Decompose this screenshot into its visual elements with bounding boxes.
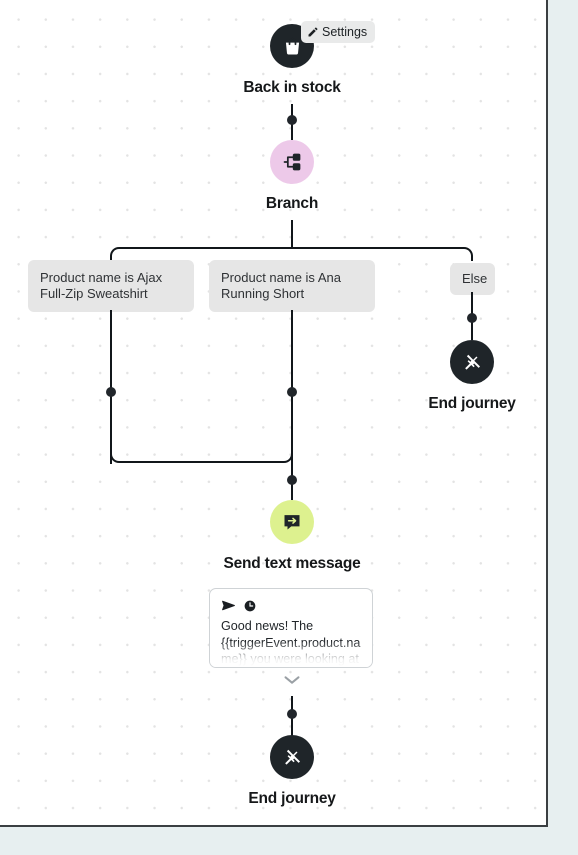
node-label-branch: Branch — [265, 195, 319, 212]
shopping-bag-icon — [282, 36, 303, 57]
connector-dot-branch-1[interactable] — [106, 387, 116, 397]
message-preview-card[interactable]: Good news! The {{triggerEvent.product.na… — [209, 588, 373, 668]
branch-sitemap-icon — [282, 152, 302, 172]
node-end-journey-else[interactable] — [450, 340, 494, 384]
connector-branch-stem — [291, 220, 293, 248]
node-label-end-journey-main: End journey — [248, 790, 336, 807]
message-arrow-icon — [282, 512, 302, 532]
connector-dot[interactable] — [287, 115, 297, 125]
connector-dot-merge[interactable] — [287, 475, 297, 485]
branch-condition-2[interactable]: Product name is Ana Running Short — [209, 260, 375, 312]
connector-dot-branch-2[interactable] — [287, 387, 297, 397]
connector-dot-else[interactable] — [467, 313, 477, 323]
clock-icon — [243, 599, 257, 613]
node-label-send-text-message: Send text message — [223, 555, 361, 572]
connector-dot-final[interactable] — [287, 709, 297, 719]
node-branch[interactable] — [270, 140, 314, 184]
crossed-flags-icon — [282, 747, 303, 768]
pencil-icon — [307, 26, 319, 38]
message-preview-text: Good news! The {{triggerEvent.product.na… — [221, 619, 361, 666]
send-paper-plane-icon — [221, 598, 236, 613]
settings-label: Settings — [322, 25, 368, 39]
connector-merge-bar — [110, 452, 293, 463]
chevron-down-icon[interactable] — [284, 675, 300, 685]
branch-condition-1[interactable]: Product name is Ajax Full-Zip Sweatshirt — [28, 260, 194, 312]
journey-canvas[interactable]: Settings Back in stock Branch Product na… — [0, 0, 548, 827]
message-card-icons — [221, 598, 361, 613]
branch-condition-else[interactable]: Else — [450, 263, 495, 295]
node-label-back-in-stock: Back in stock — [243, 79, 341, 96]
connector-branch-fan — [110, 247, 473, 261]
crossed-flags-icon — [462, 352, 483, 373]
node-send-text-message[interactable] — [270, 500, 314, 544]
node-end-journey-main[interactable] — [270, 735, 314, 779]
node-label-end-journey-else: End journey — [428, 395, 516, 412]
settings-button[interactable]: Settings — [301, 21, 376, 43]
